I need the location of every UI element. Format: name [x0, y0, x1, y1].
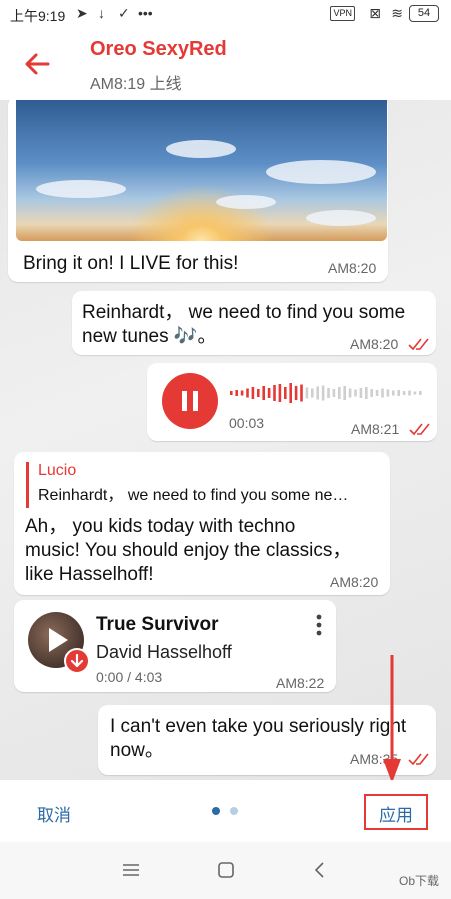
waveform-bar	[375, 390, 379, 396]
battery-indicator: 54	[409, 5, 439, 22]
song-title: True Survivor	[96, 614, 219, 635]
system-nav-bar: Ob下载	[0, 842, 451, 899]
waveform-bar	[240, 390, 244, 396]
message-time: AM8:22	[276, 675, 325, 691]
waveform-bar	[332, 389, 336, 397]
waveform-bar	[343, 386, 346, 400]
waveform-bar	[381, 388, 384, 398]
back-arrow-icon[interactable]	[22, 50, 52, 78]
waveform-bar	[305, 387, 309, 399]
annotation-arrow	[383, 655, 401, 783]
song-progress: 0:00 / 4:03	[96, 669, 163, 685]
waveform-bar	[386, 389, 390, 397]
message-text-line1: Reinhardt， we need to find you some	[82, 302, 406, 323]
waveform-bar	[284, 387, 287, 399]
waveform-bar	[413, 391, 417, 395]
download-arrow-icon	[70, 653, 84, 668]
reply-bar	[26, 462, 29, 508]
vpn-badge: VPN	[330, 6, 355, 21]
waveform-bar	[300, 384, 303, 402]
pause-icon	[182, 391, 198, 411]
waveform-bar	[273, 385, 276, 401]
pause-button[interactable]	[162, 373, 218, 429]
voice-duration: 00:03	[229, 415, 265, 431]
message-time: AM8:20	[350, 336, 399, 352]
waveform-bar	[289, 383, 292, 403]
waveform-bar	[327, 388, 330, 398]
message-text-line1: Ah， you kids today with techno	[25, 516, 296, 537]
waveform-bar	[392, 390, 395, 396]
status-time: 上午9:19	[10, 8, 66, 24]
download-icon: ↓	[98, 5, 105, 21]
waveform-bar	[348, 388, 352, 398]
message-text-line2: now。	[110, 740, 164, 761]
message-text: Bring it on! I LIVE for this!	[23, 253, 239, 274]
reply-author: Lucio	[38, 462, 77, 479]
page-dot-active[interactable]	[212, 807, 220, 815]
waveform-bar	[257, 389, 260, 397]
more-vert-icon[interactable]	[316, 614, 322, 636]
double-check-icon	[408, 753, 429, 766]
wifi-icon: ≋	[391, 5, 403, 21]
waveform-bar	[359, 388, 363, 398]
waveform-bar	[365, 387, 368, 399]
apply-button[interactable]: 应用	[379, 801, 413, 826]
waveform-bar	[370, 389, 373, 397]
sim-icon: ⊠	[369, 5, 381, 21]
double-check-icon	[408, 338, 429, 351]
chat-icon: ✓	[118, 5, 130, 21]
chat-header: Oreo SexyRed AM8:19 上线	[0, 28, 451, 100]
waveform-bar	[321, 385, 325, 401]
waveform-bar	[262, 386, 265, 400]
song-artist: David Hasselhoff	[96, 642, 232, 662]
waveform-bar	[278, 384, 282, 402]
waveform-bar	[294, 386, 298, 400]
home-icon[interactable]	[217, 861, 235, 879]
message-text-line2: new tunes 🎶。	[82, 326, 217, 347]
sunset-photo[interactable]	[16, 100, 387, 241]
double-check-icon	[409, 423, 430, 436]
waveform-bar	[235, 390, 238, 396]
message-bubble-reply[interactable]: Lucio Reinhardt， we need to find you som…	[14, 452, 390, 595]
message-time: AM8:21	[351, 421, 400, 437]
message-bubble-image[interactable]: Bring it on! I LIVE for this! AM8:20	[8, 96, 388, 282]
last-seen: AM8:19 上线	[90, 76, 182, 93]
waveform-bar	[402, 391, 406, 395]
contact-name[interactable]: Oreo SexyRed	[90, 38, 227, 61]
watermark: Ob下载	[398, 874, 439, 888]
message-text-line2: music! You should enjoy the classics，	[25, 540, 352, 561]
waveform-bar	[251, 387, 255, 399]
menu-icon[interactable]	[122, 862, 140, 878]
waveform-bar	[354, 389, 357, 397]
waveform-bar	[267, 388, 271, 398]
message-text-line1: I can't even take you seriously right	[110, 716, 407, 737]
back-icon[interactable]	[313, 861, 325, 879]
message-text-line3: like Hasselhoff!	[25, 564, 154, 585]
waveform-bar	[397, 390, 400, 396]
reply-preview: Reinhardt， we need to find you some ne…	[38, 487, 349, 504]
cancel-button[interactable]: 取消	[37, 801, 71, 826]
waveform-bar	[311, 388, 314, 398]
theme-preview-actions: 取消 应用	[0, 780, 451, 842]
telegram-icon: ➤	[76, 5, 88, 21]
message-time: AM8:20	[330, 574, 379, 590]
waveform-bar	[419, 391, 422, 395]
waveform-bar	[246, 388, 249, 398]
waveform-bar	[338, 387, 341, 399]
waveform-bar	[230, 391, 233, 395]
voice-waveform[interactable]	[230, 382, 430, 404]
download-badge[interactable]	[64, 648, 90, 674]
message-bubble-outgoing[interactable]: Reinhardt， we need to find you some new …	[72, 291, 436, 355]
more-dots-icon: •••	[138, 5, 153, 21]
page-dot[interactable]	[230, 807, 238, 815]
waveform-bar	[316, 386, 319, 400]
message-time: AM8:20	[328, 260, 377, 276]
status-bar: 上午9:19 ➤ ↓ ✓ ••• VPN ⊠ ≋ 54	[0, 0, 451, 28]
waveform-bar	[408, 390, 411, 396]
